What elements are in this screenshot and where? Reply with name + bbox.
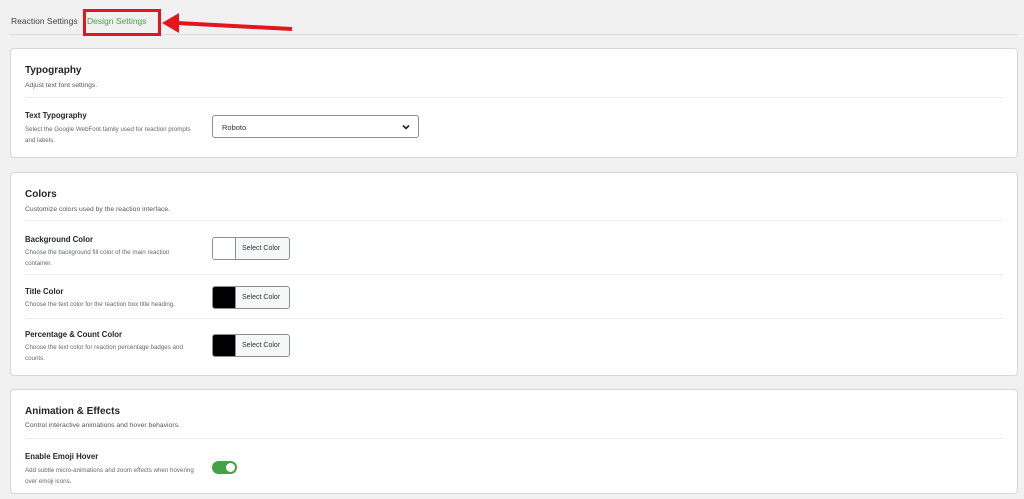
select-color-label: Select Color [242,245,281,252]
divider [25,318,1003,319]
typography-card: Typography Adjust text font settings. Te… [10,48,1018,158]
select-color-label: Select Color [242,294,281,301]
chevron-down-icon [402,124,410,130]
title-color-swatch [213,287,236,308]
emoji-hover-description: Add subtle micro-animations and zoom eff… [25,467,194,485]
annotation-highlight-box [83,9,161,36]
divider [25,97,1003,98]
colors-title: Colors [25,189,57,200]
colors-description: Customize colors used by the reaction in… [25,206,171,213]
divider [25,274,1003,275]
percentage-count-color-picker-button[interactable]: Select Color [212,334,290,357]
background-color-swatch [213,238,236,259]
font-family-value: Roboto [222,123,247,132]
toggle-knob [226,463,235,472]
annotation-arrow-icon [162,13,293,33]
percentage-count-color-description: Choose the text color for reaction perce… [25,344,183,362]
emoji-hover-toggle[interactable] [212,461,237,474]
text-typography-label: Text Typography [25,111,87,120]
background-color-picker-button[interactable]: Select Color [212,237,290,260]
title-color-picker-button[interactable]: Select Color [212,286,290,309]
emoji-hover-label: Enable Emoji Hover [25,452,99,461]
animation-effects-card: Animation & Effects Control interactive … [10,389,1018,494]
title-color-description: Choose the text color for the reaction b… [25,301,175,308]
background-color-description: Choose the background fill color of the … [25,249,170,267]
divider [25,220,1003,221]
title-color-label: Title Color [25,287,64,296]
background-color-label: Background Color [25,235,94,244]
text-typography-description: Select the Google WebFont family used fo… [25,126,191,144]
typography-title: Typography [25,65,82,76]
percentage-count-color-swatch [213,335,236,356]
colors-card: Colors Customize colors used by the reac… [10,172,1018,376]
divider [25,438,1003,439]
typography-description: Adjust text font settings. [25,82,98,89]
animation-effects-title: Animation & Effects [25,406,121,417]
animation-effects-description: Control interactive animations and hover… [25,422,180,429]
percentage-count-color-label: Percentage & Count Color [25,330,123,339]
select-color-label: Select Color [242,342,281,349]
tab-reaction-settings[interactable]: Reaction Settings [11,16,78,26]
font-family-select[interactable]: Roboto [212,115,419,138]
